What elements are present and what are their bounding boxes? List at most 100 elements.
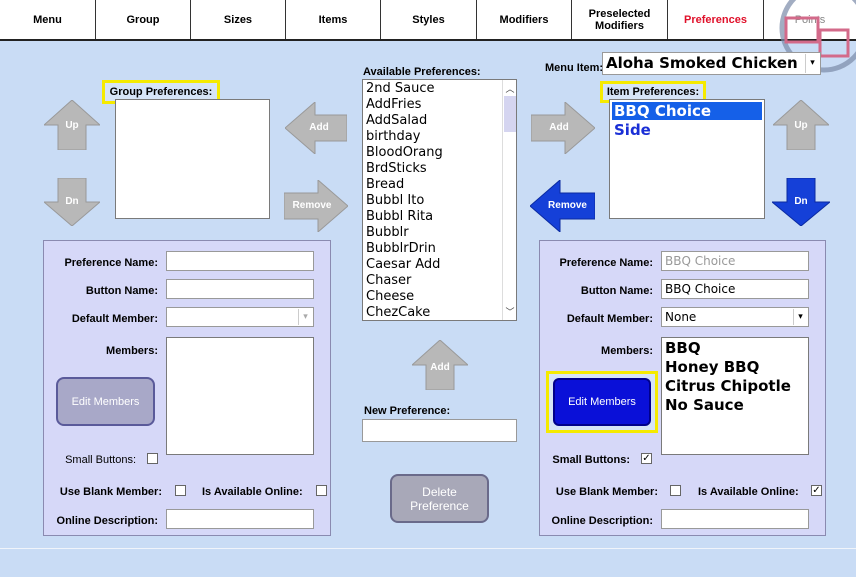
scrollbar-thumb[interactable] — [504, 96, 516, 132]
available-preference-item[interactable]: Cheese — [363, 289, 516, 305]
right-available-online-label: Is Available Online: — [698, 486, 799, 498]
preferences-window: Menu Group Sizes Items Styles Modifiers … — [0, 0, 856, 577]
item-dn-button[interactable]: Dn — [772, 178, 830, 226]
chevron-down-icon[interactable]: ▾ — [298, 309, 312, 325]
available-preference-item[interactable]: Bread — [363, 177, 516, 193]
tab-modifiers[interactable]: Modifiers — [477, 0, 572, 39]
group-preferences-list[interactable] — [115, 99, 270, 219]
right-small-buttons-label: Small Buttons: — [552, 454, 630, 466]
member-item[interactable]: No Sauce — [662, 396, 808, 415]
left-edit-members-button[interactable]: Edit Members — [56, 377, 155, 426]
right-button-name-input[interactable]: BBQ Choice — [661, 279, 809, 299]
left-pref-name-input[interactable] — [166, 251, 314, 271]
right-use-blank-checkbox[interactable] — [670, 485, 681, 496]
item-pref-row-selected[interactable]: BBQ Choice — [612, 102, 762, 120]
chevron-down-icon[interactable]: ▾ — [793, 309, 807, 325]
new-pref-add-button[interactable]: Add — [412, 340, 468, 390]
item-up-label: Up — [794, 120, 808, 131]
left-small-buttons-checkbox[interactable] — [147, 453, 158, 464]
right-preference-panel: Preference Name: BBQ Choice Button Name:… — [539, 240, 826, 536]
available-preference-item[interactable]: Caesar Add — [363, 257, 516, 273]
new-preference-input[interactable] — [362, 419, 517, 442]
item-preferences-list[interactable]: BBQ Choice Side — [609, 99, 765, 219]
top-tab-bar: Menu Group Sizes Items Styles Modifiers … — [0, 0, 856, 73]
tab-styles[interactable]: Styles — [381, 0, 477, 39]
group-dn-button[interactable]: Dn — [44, 178, 100, 226]
new-pref-add-label: Add — [430, 362, 450, 373]
available-preference-item[interactable]: BubblrDrin — [363, 241, 516, 257]
right-members-label: Members: — [601, 345, 653, 357]
left-button-name-label: Button Name: — [85, 285, 158, 297]
available-preference-item[interactable]: BloodOrang — [363, 145, 516, 161]
new-preference-label: New Preference: — [364, 405, 451, 417]
available-preference-item[interactable]: BrdSticks — [363, 161, 516, 177]
left-preference-panel: Preference Name: Button Name: Default Me… — [43, 240, 331, 536]
delete-preference-button[interactable]: Delete Preference — [390, 474, 489, 523]
group-up-label: Up — [65, 120, 79, 131]
tab-group[interactable]: Group — [96, 0, 191, 39]
left-default-member-select[interactable]: ▾ — [166, 307, 314, 327]
right-members-list[interactable]: BBQ Honey BBQ Citrus Chipotle No Sauce — [661, 337, 809, 455]
available-preference-item[interactable]: Chaser — [363, 273, 516, 289]
tab-sizes[interactable]: Sizes — [191, 0, 286, 39]
available-preference-item[interactable]: AddFries — [363, 97, 516, 113]
tab-preselected-modifiers[interactable]: Preselected Modifiers — [572, 0, 668, 39]
available-list-scrollbar[interactable]: ︿ ﹀ — [502, 80, 516, 320]
item-up-button[interactable]: Up — [773, 100, 829, 150]
right-default-member-label: Default Member: — [566, 313, 653, 325]
item-add-label: Add — [549, 122, 569, 133]
left-use-blank-checkbox[interactable] — [175, 485, 186, 496]
group-up-button[interactable]: Up — [44, 100, 100, 150]
right-edit-members-button[interactable]: Edit Members — [553, 378, 651, 426]
left-available-online-checkbox[interactable] — [316, 485, 327, 496]
available-preference-item[interactable]: ChezCake — [363, 305, 516, 320]
group-add-label: Add — [309, 122, 329, 133]
right-default-member-value: None — [665, 310, 697, 324]
right-available-online-checkbox[interactable]: ✓ — [811, 485, 822, 496]
left-online-desc-input[interactable] — [166, 509, 314, 529]
left-online-desc-label: Online Description: — [56, 515, 158, 527]
item-remove-button[interactable]: Remove — [530, 180, 595, 232]
group-add-button[interactable]: Add — [285, 102, 347, 154]
tab-items[interactable]: Items — [286, 0, 381, 39]
available-preference-item[interactable]: 2nd Sauce — [363, 81, 516, 97]
tab-preferences[interactable]: Preferences — [668, 0, 764, 39]
menu-item-select[interactable]: Aloha Smoked Chicken ▾ — [602, 52, 821, 75]
available-preference-item[interactable]: birthday — [363, 129, 516, 145]
available-preferences-list[interactable]: 2nd Sauce AddFries AddSalad birthday BloodOr… — [362, 79, 517, 321]
chevron-down-icon[interactable]: ▾ — [805, 54, 819, 73]
item-add-button[interactable]: Add — [531, 102, 595, 154]
left-members-label: Members: — [106, 345, 158, 357]
left-available-online-label: Is Available Online: — [202, 486, 303, 498]
available-preference-item[interactable]: Bubbl Rita — [363, 209, 516, 225]
right-pref-name-label: Preference Name: — [559, 257, 653, 269]
right-button-name-label: Button Name: — [580, 285, 653, 297]
right-small-buttons-checkbox[interactable]: ✓ — [641, 453, 652, 464]
item-pref-row[interactable]: Side — [612, 121, 762, 139]
left-small-buttons-label: Small Buttons: — [65, 454, 136, 466]
member-item[interactable]: BBQ — [662, 339, 808, 358]
group-remove-button[interactable]: Remove — [284, 180, 348, 232]
item-remove-label: Remove — [548, 200, 587, 211]
scroll-up-icon[interactable]: ︿ — [505, 82, 515, 95]
edit-members-highlight: Edit Members — [546, 371, 658, 433]
member-item[interactable]: Honey BBQ — [662, 358, 808, 377]
available-preference-item[interactable]: AddSalad — [363, 113, 516, 129]
right-online-desc-input[interactable] — [661, 509, 809, 529]
available-preference-item[interactable]: Bubblr — [363, 225, 516, 241]
group-remove-label: Remove — [292, 200, 332, 211]
left-members-list[interactable] — [166, 337, 314, 455]
bottom-divider — [0, 548, 856, 549]
menu-item-label: Menu Item: — [545, 62, 604, 74]
available-preferences-label: Available Preferences: — [363, 66, 481, 78]
scroll-down-icon[interactable]: ﹀ — [505, 305, 515, 318]
right-use-blank-label: Use Blank Member: — [555, 486, 658, 498]
left-button-name-input[interactable] — [166, 279, 314, 299]
right-default-member-select[interactable]: None ▾ — [661, 307, 809, 327]
right-pref-name-input[interactable]: BBQ Choice — [661, 251, 809, 271]
group-dn-label: Dn — [65, 196, 79, 207]
tab-menu[interactable]: Menu — [0, 0, 96, 39]
member-item[interactable]: Citrus Chipotle — [662, 377, 808, 396]
available-preference-item[interactable]: Bubbl Ito — [363, 193, 516, 209]
left-default-member-label: Default Member: — [71, 313, 158, 325]
